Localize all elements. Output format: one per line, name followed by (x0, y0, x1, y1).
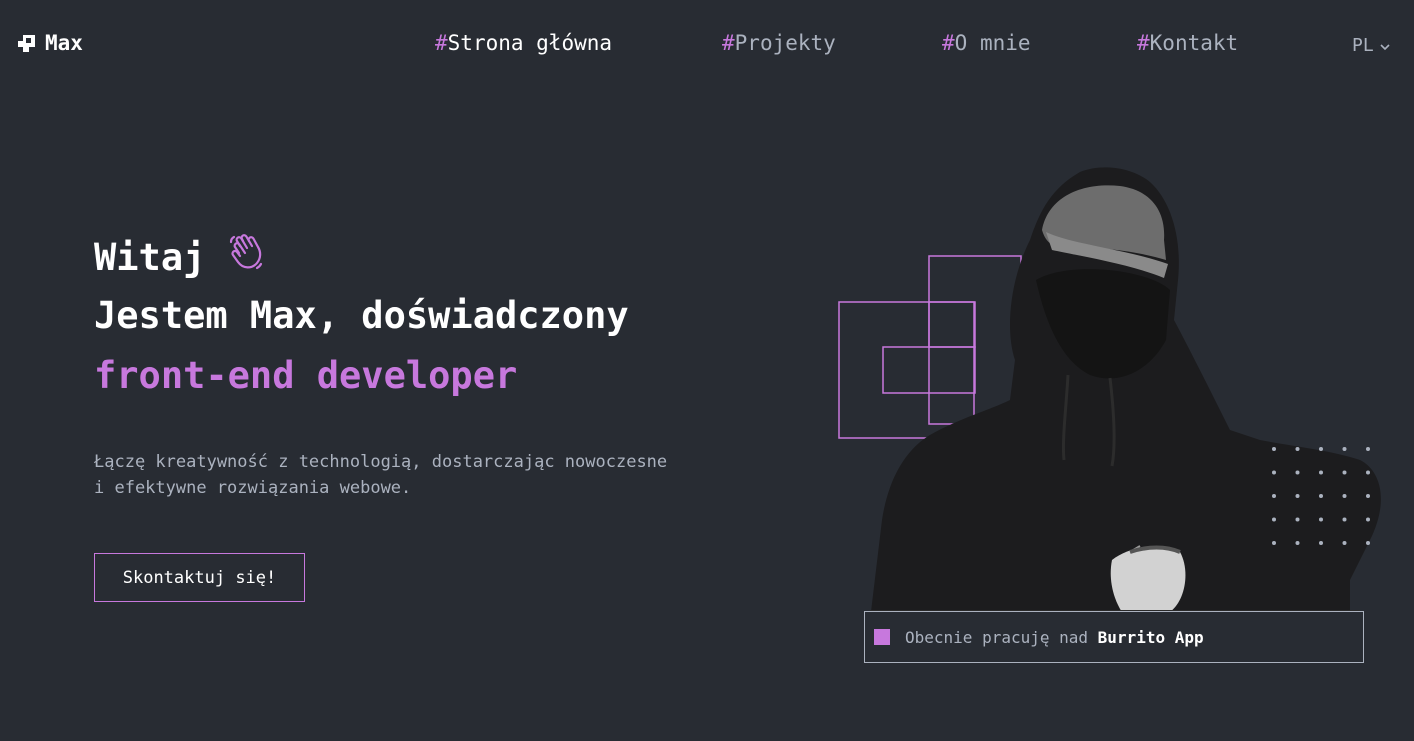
grid-dot (1295, 447, 1300, 451)
status-panel: Obecnie pracuję nad Burrito App (864, 611, 1364, 663)
hero-illustration (830, 160, 1414, 620)
grid-dot (1319, 541, 1323, 545)
grid-dot (1366, 470, 1370, 475)
grid-dot (1295, 494, 1300, 498)
nav-hash: # (942, 31, 955, 55)
grid-dot (1366, 447, 1370, 451)
grid-dot (1272, 541, 1276, 545)
waving-hand-icon (227, 233, 267, 282)
contact-button[interactable]: Skontaktuj się! (94, 553, 305, 602)
nav-hash: # (1137, 31, 1150, 55)
grid-dot (1319, 494, 1323, 498)
nav-item-home[interactable]: #Strona główna (435, 31, 612, 55)
grid-dot (1366, 517, 1370, 522)
hero-intro: Jestem Max, doświadczony (94, 294, 629, 337)
grid-dot (1319, 470, 1323, 475)
status-prefix: Obecnie pracuję nad (905, 627, 1089, 647)
grid-dot (1295, 470, 1300, 475)
grid-dot (1366, 494, 1370, 498)
chevron-down-icon (1380, 35, 1390, 56)
nav-hash: # (722, 31, 735, 55)
hero-role: front-end developer (94, 354, 518, 397)
grid-dot (1342, 470, 1347, 475)
description-line-1: Łączę kreatywność z technologią, dostarc… (94, 452, 668, 472)
nav-item-about[interactable]: #O mnie (942, 31, 1031, 55)
page: Max #Strona główna #Projekty #O mnie #Ko… (0, 0, 1414, 741)
nav-item-projects[interactable]: #Projekty (722, 31, 836, 55)
grid-dot (1342, 517, 1347, 522)
grid-dot (1295, 517, 1300, 522)
grid-dot (1342, 541, 1347, 545)
status-project: Burrito App (1097, 627, 1204, 647)
grid-dot (1342, 447, 1347, 451)
description-line-2: i efektywne rozwiązania webowe. (94, 478, 412, 498)
grid-dot (1319, 517, 1323, 522)
grid-dot (1342, 494, 1347, 498)
nav-hash: # (435, 31, 448, 55)
grid-dot (1272, 517, 1276, 522)
logo-text: Max (45, 31, 83, 55)
grid-dot (1272, 470, 1276, 475)
nav-label: Projekty (734, 31, 836, 55)
hero-greeting: Witaj (94, 233, 267, 282)
nav-label: Strona główna (447, 31, 613, 55)
grid-dot (1319, 447, 1323, 451)
language-label: PL (1352, 35, 1374, 56)
status-square-icon (874, 629, 890, 645)
status-text: Obecnie pracuję nad Burrito App (905, 628, 1204, 647)
grid-dot (1272, 447, 1276, 451)
nav-label: Kontakt (1149, 31, 1239, 55)
greeting-text: Witaj (94, 236, 206, 279)
grid-dot (1366, 541, 1370, 545)
grid-dot (1295, 541, 1300, 545)
logo[interactable]: Max (18, 31, 83, 55)
nav-label: O mnie (954, 31, 1031, 55)
hero-description: Łączę kreatywność z technologią, dostarc… (94, 449, 734, 501)
logo-icon (18, 34, 35, 52)
language-selector[interactable]: PL (1352, 35, 1390, 56)
nav-item-contact[interactable]: #Kontakt (1137, 31, 1238, 55)
grid-dot (1272, 494, 1276, 498)
